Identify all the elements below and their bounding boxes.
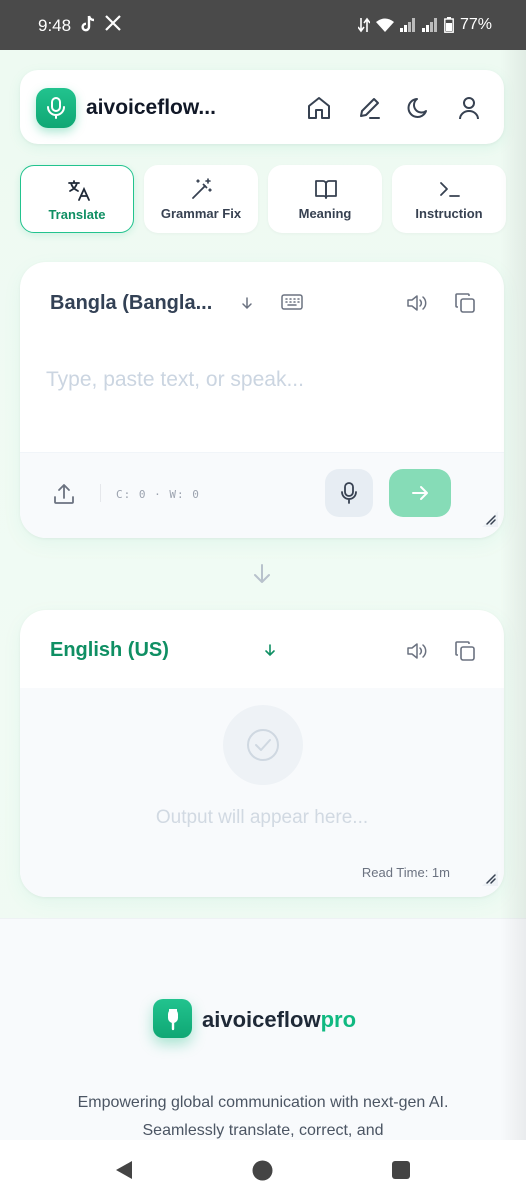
chevron-down-icon[interactable] xyxy=(240,296,254,315)
app-logo[interactable] xyxy=(36,88,76,128)
tab-meaning[interactable]: Meaning xyxy=(268,165,382,233)
page-footer: aivoiceflowpro Empowering global communi… xyxy=(0,918,526,1140)
terminal-icon xyxy=(438,177,462,201)
home-icon[interactable] xyxy=(306,95,332,121)
system-navigation-bar xyxy=(0,1140,526,1200)
arrow-right-icon xyxy=(412,486,428,500)
tab-grammar-fix[interactable]: Grammar Fix xyxy=(144,165,258,233)
voice-input-button[interactable] xyxy=(325,469,373,517)
speaker-icon[interactable] xyxy=(406,293,428,318)
moon-icon[interactable] xyxy=(406,95,432,121)
home-nav-icon[interactable] xyxy=(252,1160,273,1186)
mic-logo-icon xyxy=(47,97,65,119)
footer-brand: aivoiceflowpro xyxy=(202,1007,357,1032)
book-icon xyxy=(314,177,338,201)
magic-wand-icon xyxy=(190,177,214,201)
mic-icon xyxy=(341,482,357,504)
status-time: 9:48 xyxy=(38,16,72,35)
tab-label: Grammar Fix xyxy=(160,206,242,221)
resize-handle-icon[interactable] xyxy=(482,511,498,532)
toolbar-divider xyxy=(100,484,101,502)
copy-icon[interactable] xyxy=(454,292,476,319)
tab-translate[interactable]: Translate xyxy=(20,165,134,233)
tab-label: Instruction xyxy=(415,206,483,221)
recents-icon[interactable] xyxy=(391,1160,411,1185)
battery-percent: 77% xyxy=(459,16,492,33)
app-header: aivoiceflow... xyxy=(20,70,504,144)
output-status-badge xyxy=(223,705,303,785)
char-word-counter: C: 0 · W: 0 xyxy=(116,488,200,501)
target-language-select[interactable]: English (US) xyxy=(50,639,169,662)
upload-icon[interactable] xyxy=(52,482,76,511)
output-placeholder: Output will appear here... xyxy=(155,807,369,828)
mic-logo-icon xyxy=(168,1009,178,1031)
tab-instruction[interactable]: Instruction xyxy=(392,165,506,233)
speaker-icon[interactable] xyxy=(406,641,428,666)
footer-logo[interactable] xyxy=(153,999,192,1038)
back-icon[interactable] xyxy=(114,1160,134,1185)
read-time: Read Time: 1m xyxy=(361,865,450,880)
source-text-input[interactable] xyxy=(20,340,504,452)
chevron-down-icon[interactable] xyxy=(263,643,277,662)
signal-icon xyxy=(399,18,416,32)
signal-icon xyxy=(421,18,438,32)
source-language-select[interactable]: Bangla (Bangla... xyxy=(50,292,212,315)
data-arrows-icon xyxy=(357,17,370,33)
keyboard-icon[interactable] xyxy=(281,293,303,316)
app-page: aivoiceflow... Translate Grammar Fix Mea… xyxy=(0,50,526,1140)
output-card: English (US) Output will appear here... … xyxy=(20,610,504,897)
input-placeholder: Type, paste text, or speak... xyxy=(46,368,304,391)
translate-submit-button[interactable] xyxy=(389,469,451,517)
edit-icon[interactable] xyxy=(356,95,382,121)
tab-label: Meaning xyxy=(298,206,352,221)
status-bar: 9:48 77% xyxy=(0,0,526,50)
arrow-down-icon xyxy=(250,562,274,591)
input-card: Bangla (Bangla... Type, paste text, or s… xyxy=(20,262,504,538)
footer-description: Empowering global communication with nex… xyxy=(77,1094,449,1139)
resize-handle-icon[interactable] xyxy=(482,870,498,891)
battery-icon xyxy=(444,17,454,33)
x-icon xyxy=(104,14,122,34)
copy-icon[interactable] xyxy=(454,640,476,667)
tab-label: Translate xyxy=(48,207,106,222)
brand-name: aivoiceflow... xyxy=(86,96,216,119)
tiktok-icon xyxy=(80,14,96,34)
user-icon[interactable] xyxy=(456,95,482,121)
wifi-icon xyxy=(375,18,394,32)
check-circle-icon xyxy=(247,729,279,761)
translate-icon xyxy=(67,178,91,202)
